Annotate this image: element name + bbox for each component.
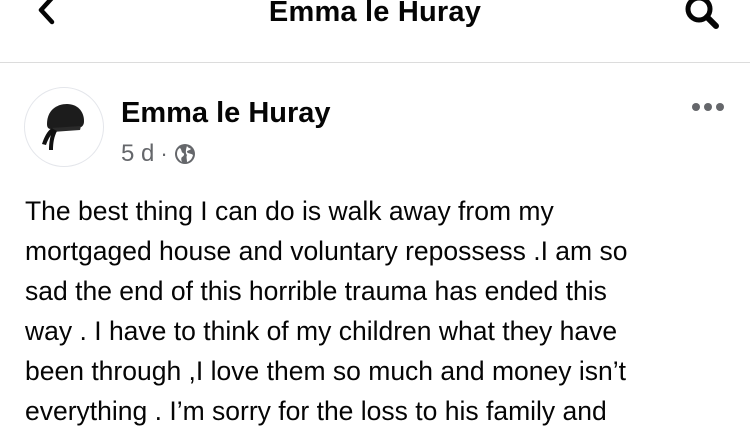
more-horizontal-icon — [692, 103, 724, 111]
bandana-avatar-icon — [42, 104, 84, 150]
search-button[interactable] — [680, 0, 724, 32]
search-icon — [685, 0, 719, 29]
page-title: Emma le Huray — [268, 0, 482, 28]
post-timestamp[interactable]: 5 d — [121, 140, 154, 168]
post-card: Emma le Huray 5 d · The best thing I can… — [0, 63, 750, 426]
post-meta: 5 d · — [121, 139, 196, 169]
top-navigation-bar: Emma le Huray — [0, 0, 750, 63]
avatar[interactable] — [24, 87, 104, 167]
globe-icon[interactable] — [174, 143, 196, 165]
post-options-button[interactable] — [686, 93, 730, 121]
post-author-name[interactable]: Emma le Huray — [121, 95, 331, 131]
meta-separator: · — [160, 141, 168, 166]
post-body-text: The best thing I can do is walk away fro… — [25, 196, 628, 426]
